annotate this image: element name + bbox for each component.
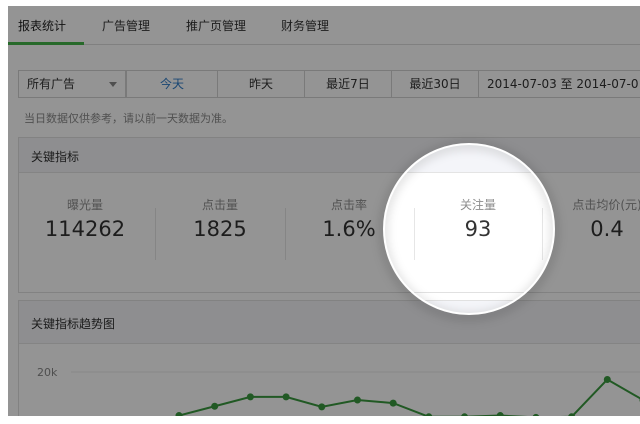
metric-value: 93 [464, 217, 492, 241]
metric-label: 曝光量 [66, 198, 103, 212]
metric-label: 点击量 [201, 198, 238, 212]
tab-finance-management[interactable]: 财务管理 [281, 17, 329, 34]
app-frame: 报表统计 广告管理 推广页管理 财务管理 所有广告 今天 昨天 最近7日 最近3… [8, 6, 640, 416]
metric-value: 1825 [193, 217, 247, 241]
series-point-4[interactable] [318, 403, 326, 411]
series-line-group [175, 375, 640, 416]
metric-value: 0.4 [590, 217, 624, 241]
metric-label: 点击率 [330, 198, 367, 212]
series-point-9[interactable] [496, 412, 504, 416]
trend-title: 关键指标趋势图 [31, 317, 116, 331]
metric-ctr: 点击率 1.6% [285, 196, 413, 241]
range-last30-button[interactable]: 最近30日 [391, 70, 479, 98]
range-yesterday-button[interactable]: 昨天 [217, 70, 305, 98]
top-tabs: 报表统计 广告管理 推广页管理 财务管理 [8, 6, 640, 45]
series-point-10[interactable] [532, 413, 540, 416]
series-line [176, 378, 640, 416]
filter-bar: 所有广告 今天 昨天 最近7日 最近30日 2014-07-03 至 2014-… [18, 70, 640, 98]
metric-value: 114262 [44, 217, 126, 241]
metric-follows: 关注量 93 [414, 196, 542, 241]
data-disclaimer: 当日数据仅供参考，请以前一天数据为准。 [24, 112, 233, 125]
series-point-6[interactable] [389, 399, 397, 407]
series-point-5[interactable] [353, 396, 361, 404]
metric-value: 1.6% [322, 217, 376, 241]
trend-chart: 20k [37, 366, 640, 416]
key-metrics-header: 关键指标 [19, 138, 640, 173]
series-point-1[interactable] [211, 402, 219, 410]
key-metrics-panel: 关键指标 曝光量 114262 点击量 1825 点击率 1.6% 关注量 93… [18, 137, 640, 293]
date-range-picker[interactable]: 2014-07-03 至 2014-07-0 [478, 70, 640, 98]
series-point-7[interactable] [425, 413, 433, 416]
series-point-2[interactable] [246, 393, 254, 401]
series-point-3[interactable] [282, 393, 290, 401]
series-point-0[interactable] [175, 412, 183, 416]
ad-select-value: 所有广告 [27, 77, 76, 91]
tab-landing-page-management[interactable]: 推广页管理 [186, 17, 246, 34]
series-point-8[interactable] [461, 413, 468, 416]
metric-impressions: 曝光量 114262 [21, 196, 149, 241]
range-today-button[interactable]: 今天 [126, 70, 218, 98]
metric-clicks: 点击量 1825 [156, 196, 284, 241]
range-last7-button[interactable]: 最近7日 [304, 70, 392, 98]
ad-select-dropdown[interactable]: 所有广告 [18, 70, 126, 98]
active-tab-indicator [8, 42, 84, 45]
chevron-down-icon [109, 82, 117, 87]
trend-panel: 关键指标趋势图 20k [18, 300, 640, 416]
metric-label: 点击均价(元) [572, 198, 640, 212]
y-tick-label: 20k [37, 366, 58, 379]
metric-label: 关注量 [459, 198, 496, 212]
tab-report[interactable]: 报表统计 [18, 17, 66, 34]
tab-ad-management[interactable]: 广告管理 [102, 17, 150, 34]
trend-header: 关键指标趋势图 [19, 301, 640, 344]
key-metrics-title: 关键指标 [31, 150, 80, 164]
metric-avg-cpc: 点击均价(元) 0.4 [543, 196, 640, 241]
series-point-12[interactable] [603, 375, 611, 383]
